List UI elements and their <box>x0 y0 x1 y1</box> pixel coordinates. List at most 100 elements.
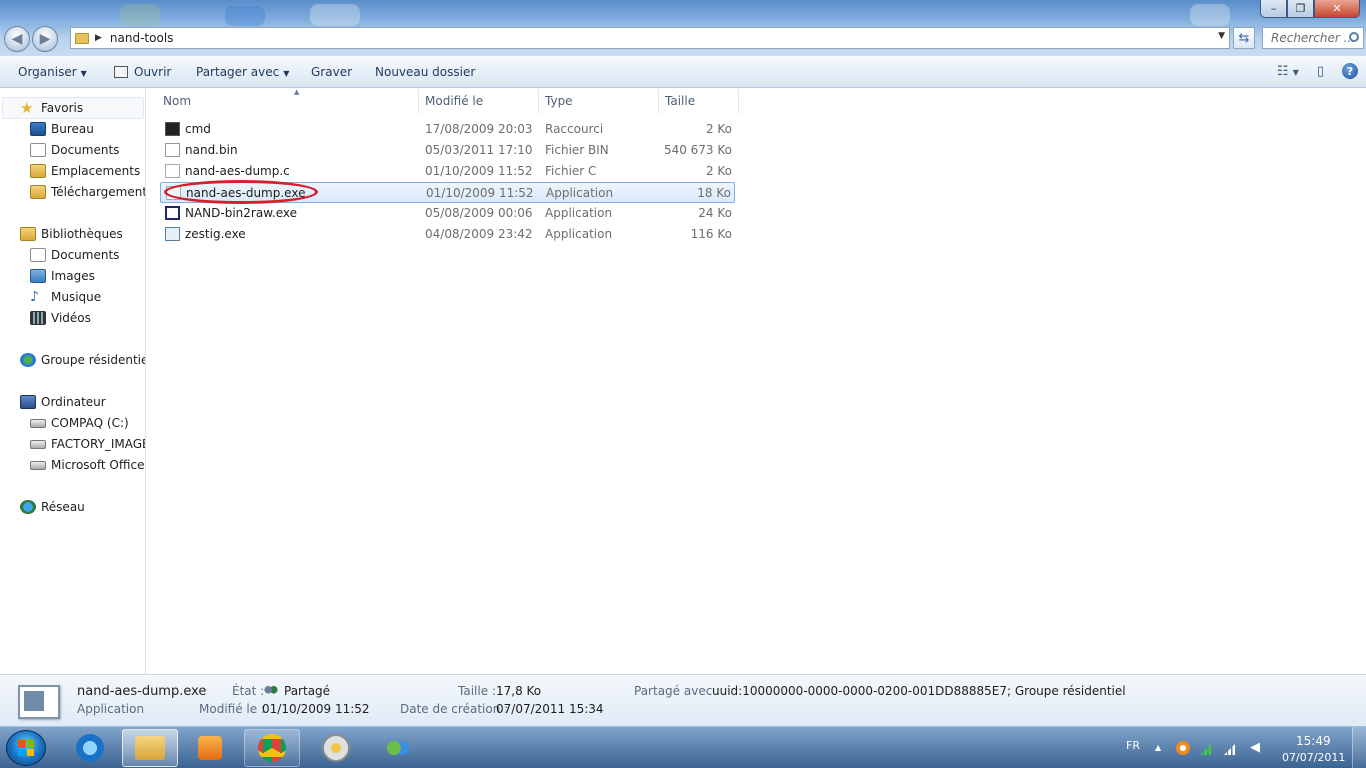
file-modified: 04/08/2009 23:42 <box>425 227 533 241</box>
navigation-buttons: ◀ ▶ <box>4 26 60 52</box>
details-state-value: Partagé <box>264 684 330 698</box>
details-file-kind: Application <box>77 702 145 716</box>
share-label: Partager avec <box>196 65 280 79</box>
show-desktop-button[interactable] <box>1352 727 1366 768</box>
file-row[interactable]: zestig.exe 04/08/2009 23:42 Application … <box>160 224 735 245</box>
open-label: Ouvrir <box>134 65 172 79</box>
column-header-size[interactable]: Taille <box>659 89 739 114</box>
nav-item-downloads[interactable]: Téléchargements <box>30 182 145 202</box>
show-hidden-icons[interactable]: ▲ <box>1155 743 1161 752</box>
drive-icon <box>30 439 46 449</box>
nav-computer[interactable]: Ordinateur <box>20 392 106 412</box>
nav-label: Réseau <box>41 500 85 514</box>
minimize-button[interactable]: – <box>1260 0 1287 18</box>
clock-time[interactable]: 15:49 <box>1296 734 1331 748</box>
change-view-icon[interactable]: ☷ ▼ <box>1277 64 1299 79</box>
taskbar-messenger[interactable] <box>370 729 426 767</box>
organize-label: Organiser <box>18 65 77 79</box>
file-row[interactable]: cmd 17/08/2009 20:03 Raccourci 2 Ko <box>160 119 735 140</box>
cmd-shortcut-icon <box>165 122 180 136</box>
preview-pane-icon[interactable]: ▯ <box>1317 64 1324 79</box>
details-shared-value: uuid:10000000-0000-0000-0200-001DD88885E… <box>712 684 1126 698</box>
language-indicator[interactable]: FR <box>1126 739 1140 752</box>
clock-date[interactable]: 07/07/2011 <box>1282 751 1345 764</box>
homegroup-icon <box>20 353 36 367</box>
file-modified: 05/03/2011 17:10 <box>425 143 533 157</box>
help-icon[interactable]: ? <box>1342 63 1358 79</box>
address-bar[interactable]: ▶ nand-tools ▼ <box>70 27 1230 49</box>
close-button[interactable]: ✕ <box>1314 0 1360 18</box>
antivirus-tray-icon[interactable] <box>1176 741 1190 755</box>
column-header-modified[interactable]: Modifié le <box>419 89 539 114</box>
chrome-icon <box>258 734 286 762</box>
address-dropdown-icon[interactable]: ▼ <box>1218 31 1225 41</box>
nav-item-music[interactable]: ♪ Musique <box>30 287 101 307</box>
window-controls: – ❐ ✕ <box>1260 0 1360 18</box>
volume-icon[interactable]: ◀ <box>1250 741 1264 755</box>
file-row[interactable]: nand-aes-dump.c 01/10/2009 11:52 Fichier… <box>160 161 735 182</box>
details-pane: nand-aes-dump.exe Application État : Par… <box>0 674 1366 726</box>
nav-item-images[interactable]: Images <box>30 266 95 286</box>
forward-button[interactable]: ▶ <box>32 26 58 52</box>
file-modified: 17/08/2009 20:03 <box>425 122 533 136</box>
nav-homegroup[interactable]: Groupe résidentiel <box>20 350 145 370</box>
column-header-name[interactable]: Nom ▲ <box>157 88 419 114</box>
nav-item-videos[interactable]: Vidéos <box>30 308 91 328</box>
search-input[interactable]: Rechercher ... <box>1262 27 1364 49</box>
nav-item-factory-image[interactable]: FACTORY_IMAGE <box>30 434 145 454</box>
file-type: Raccourci <box>545 122 604 136</box>
details-state-text: Partagé <box>284 684 331 698</box>
file-modified: 01/10/2009 11:52 <box>426 186 534 200</box>
breadcrumb-folder[interactable]: nand-tools <box>110 31 174 45</box>
file-size: 18 Ko <box>697 186 731 200</box>
details-modified-value: 01/10/2009 11:52 <box>262 702 370 716</box>
nav-label: Ordinateur <box>41 395 106 409</box>
details-state-label: État : <box>232 684 265 698</box>
refresh-button[interactable]: ⇆ <box>1233 27 1255 49</box>
nav-label: Documents <box>51 248 120 262</box>
column-label: Nom <box>163 94 192 108</box>
details-created-value: 07/07/2011 15:34 <box>496 702 604 716</box>
organize-button[interactable]: Organiser ▼ <box>18 65 87 79</box>
share-button[interactable]: Partager avec ▼ <box>196 65 289 79</box>
taskbar-media-player[interactable] <box>182 729 238 767</box>
file-size: 540 673 Ko <box>663 143 732 157</box>
windows-logo-icon <box>18 740 34 756</box>
network-tray-icon[interactable] <box>1224 741 1238 755</box>
open-button[interactable]: Ouvrir <box>114 65 171 79</box>
libraries-icon <box>20 227 36 241</box>
documents-icon <box>30 143 46 157</box>
nav-favorites[interactable]: ★ Favoris <box>20 98 83 118</box>
taskbar-dvd-maker[interactable] <box>308 729 364 767</box>
nav-item-documents[interactable]: Documents <box>30 140 119 160</box>
taskbar-chrome[interactable] <box>244 729 300 767</box>
nav-item-drive-c[interactable]: COMPAQ (C:) <box>30 413 129 433</box>
signal-strength-icon[interactable] <box>1200 741 1214 755</box>
back-button[interactable]: ◀ <box>4 26 30 52</box>
downloads-icon <box>30 185 46 199</box>
nav-item-recent-places[interactable]: Emplacements ré <box>30 161 145 181</box>
details-shared-label: Partagé avec : <box>634 684 721 698</box>
nav-libraries[interactable]: Bibliothèques <box>20 224 123 244</box>
c-file-icon <box>165 164 180 178</box>
file-row[interactable]: NAND-bin2raw.exe 05/08/2009 00:06 Applic… <box>160 203 735 224</box>
file-row[interactable]: nand.bin 05/03/2011 17:10 Fichier BIN 54… <box>160 140 735 161</box>
nav-network[interactable]: Réseau <box>20 497 85 517</box>
file-type: Application <box>546 186 614 200</box>
burn-button[interactable]: Graver <box>311 65 352 79</box>
column-header-type[interactable]: Type <box>539 89 659 114</box>
nav-item-office-drive[interactable]: Microsoft Office D <box>30 455 145 475</box>
nav-item-desktop[interactable]: Bureau <box>30 119 94 139</box>
maximize-button[interactable]: ❐ <box>1287 0 1314 18</box>
window-titlebar: – ❐ ✕ ◀ ▶ ▶ nand-tools ▼ ⇆ Rechercher ..… <box>0 0 1366 56</box>
taskbar-explorer[interactable] <box>122 729 178 767</box>
breadcrumb-chevron-icon[interactable]: ▶ <box>95 33 102 43</box>
new-folder-button[interactable]: Nouveau dossier <box>375 65 475 79</box>
nav-item-lib-documents[interactable]: Documents <box>30 245 119 265</box>
computer-icon <box>20 395 36 409</box>
taskbar-internet-explorer[interactable] <box>62 729 118 767</box>
file-name: cmd <box>185 122 211 136</box>
network-icon <box>20 500 36 514</box>
file-name: NAND-bin2raw.exe <box>185 206 298 220</box>
start-button[interactable] <box>6 730 46 766</box>
